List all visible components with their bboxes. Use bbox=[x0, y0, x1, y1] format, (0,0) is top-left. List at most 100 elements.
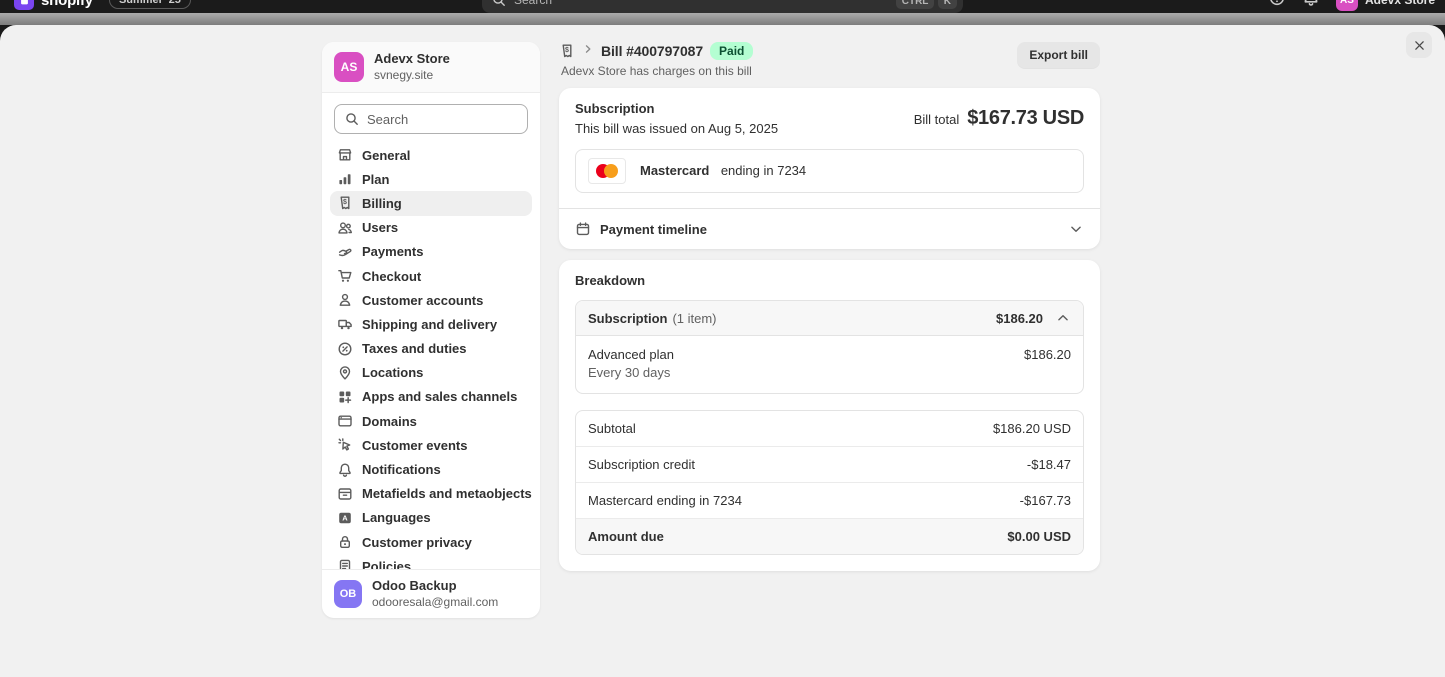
total-label: Mastercard ending in 7234 bbox=[588, 493, 742, 508]
payment-method-suffix: ending in 7234 bbox=[721, 163, 806, 178]
sidebar-item-checkout[interactable]: Checkout bbox=[330, 264, 532, 288]
svg-text:$: $ bbox=[343, 200, 347, 207]
line-item-name: Advanced plan bbox=[588, 347, 674, 362]
page-title: Bill #400797087 bbox=[601, 43, 703, 59]
store-header: AS Adevx Store svnegy.site bbox=[322, 42, 540, 93]
user-name: Odoo Backup bbox=[372, 579, 498, 594]
subscription-card-title: Subscription bbox=[575, 101, 778, 116]
bill-receipt-icon[interactable]: $ bbox=[559, 43, 575, 59]
sidebar-item-label: Payments bbox=[362, 244, 423, 259]
search-icon bbox=[344, 111, 360, 127]
chevron-right-icon bbox=[582, 42, 594, 60]
store-avatar: AS bbox=[334, 52, 364, 82]
sidebar-item-domains[interactable]: Domains bbox=[330, 409, 532, 433]
sidebar-menu: General Plan $Billing Users Payments Checkout… bbox=[322, 141, 540, 569]
notifications-bell-icon[interactable] bbox=[1302, 0, 1320, 12]
sidebar-item-label: Users bbox=[362, 220, 398, 235]
bill-issued-text: This bill was issued on Aug 5, 2025 bbox=[575, 121, 778, 136]
sidebar-item-policies[interactable]: Policies bbox=[330, 554, 532, 569]
svg-text:A: A bbox=[342, 514, 348, 523]
sidebar-item-label: Metafields and metaobjects bbox=[362, 486, 532, 501]
store-icon bbox=[337, 147, 353, 163]
sidebar-item-locations[interactable]: Locations bbox=[330, 361, 532, 385]
sidebar-item-customer-privacy[interactable]: Customer privacy bbox=[330, 530, 532, 554]
total-value: -$18.47 bbox=[1027, 457, 1071, 472]
sidebar-item-payments[interactable]: Payments bbox=[330, 240, 532, 264]
help-icon[interactable] bbox=[1268, 0, 1286, 12]
topbar-user-menu[interactable]: AS Adevx Store bbox=[1336, 0, 1435, 11]
sidebar-item-shipping-and-delivery[interactable]: Shipping and delivery bbox=[330, 312, 532, 336]
topbar-store-name: Adevx Store bbox=[1365, 0, 1435, 7]
sidebar-item-label: Apps and sales channels bbox=[362, 389, 517, 404]
total-label: Subtotal bbox=[588, 421, 636, 436]
breakdown-card: Breakdown Subscription (1 item) $186.20 … bbox=[559, 260, 1100, 571]
browser-icon bbox=[337, 413, 353, 429]
bill-total-label: Bill total bbox=[914, 112, 960, 127]
archive-icon bbox=[337, 486, 353, 502]
total-row-amount-due: Amount due$0.00 USD bbox=[576, 518, 1083, 554]
group-label: Subscription bbox=[588, 311, 667, 326]
sidebar-item-label: Customer privacy bbox=[362, 535, 472, 550]
cart-icon bbox=[337, 268, 353, 284]
document-icon bbox=[337, 558, 353, 569]
sidebar-item-label: Customer accounts bbox=[362, 293, 483, 308]
sidebar-item-label: Notifications bbox=[362, 462, 441, 477]
sidebar-item-notifications[interactable]: Notifications bbox=[330, 457, 532, 481]
apps-icon bbox=[337, 389, 353, 405]
sidebar-item-plan[interactable]: Plan bbox=[330, 167, 532, 191]
edition-badge[interactable]: Summer '25 bbox=[109, 0, 191, 9]
cursor-icon bbox=[337, 437, 353, 453]
total-label: Amount due bbox=[588, 529, 664, 544]
sidebar-item-billing[interactable]: $Billing bbox=[330, 191, 532, 215]
sidebar-item-customer-accounts[interactable]: Customer accounts bbox=[330, 288, 532, 312]
avatar: OB bbox=[334, 580, 362, 608]
sidebar-item-apps-and-sales-channels[interactable]: Apps and sales channels bbox=[330, 385, 532, 409]
payment-timeline-toggle[interactable]: Payment timeline bbox=[559, 208, 1100, 249]
bill-total-value: $167.73 USD bbox=[967, 107, 1084, 130]
export-bill-button[interactable]: Export bill bbox=[1017, 42, 1100, 68]
payment-method-brand: Mastercard bbox=[640, 163, 709, 178]
person-icon bbox=[337, 292, 353, 308]
sidebar-item-customer-events[interactable]: Customer events bbox=[330, 433, 532, 457]
settings-sidebar: AS Adevx Store svnegy.site Search Genera… bbox=[322, 42, 540, 618]
total-row-subscription-credit: Subscription credit-$18.47 bbox=[576, 446, 1083, 482]
sidebar-item-general[interactable]: General bbox=[330, 143, 532, 167]
mastercard-icon bbox=[588, 158, 626, 184]
sidebar-item-metafields-and-metaobjects[interactable]: Metafields and metaobjects bbox=[330, 482, 532, 506]
chevron-down-icon bbox=[1068, 221, 1084, 237]
percent-icon bbox=[337, 341, 353, 357]
global-search-input[interactable]: Search CTRL K bbox=[482, 0, 963, 13]
settings-search-input[interactable]: Search bbox=[334, 104, 528, 134]
group-amount: $186.20 bbox=[996, 311, 1043, 326]
global-search-placeholder: Search bbox=[514, 0, 889, 7]
sidebar-item-users[interactable]: Users bbox=[330, 216, 532, 240]
chevron-up-icon bbox=[1055, 310, 1071, 326]
close-icon[interactable] bbox=[1406, 32, 1432, 58]
keyboard-shortcut-hint: CTRL K bbox=[896, 0, 957, 7]
sidebar-item-label: Plan bbox=[362, 172, 389, 187]
bell-icon bbox=[337, 462, 353, 478]
avatar: AS bbox=[1336, 0, 1358, 11]
store-name: Adevx Store bbox=[374, 52, 450, 67]
modal-backdrop bbox=[0, 13, 1445, 25]
language-icon: A bbox=[337, 510, 353, 526]
sidebar-user[interactable]: OB Odoo Backup odooresala@gmail.com bbox=[322, 569, 540, 618]
user-email: odooresala@gmail.com bbox=[372, 595, 498, 609]
credit-card-icon bbox=[337, 244, 353, 260]
sidebar-item-label: Shipping and delivery bbox=[362, 317, 497, 332]
kbd-key: CTRL bbox=[896, 0, 935, 9]
shopify-logo-text: shopify bbox=[41, 0, 93, 9]
subscription-group: Subscription (1 item) $186.20 Advanced p… bbox=[575, 300, 1084, 394]
sidebar-item-label: Customer events bbox=[362, 438, 467, 453]
sidebar-item-languages[interactable]: ALanguages bbox=[330, 506, 532, 530]
pin-icon bbox=[337, 365, 353, 381]
truck-icon bbox=[337, 316, 353, 332]
line-item-amount: $186.20 bbox=[1024, 347, 1071, 362]
line-item-frequency: Every 30 days bbox=[588, 365, 674, 380]
sidebar-item-taxes-and-duties[interactable]: Taxes and duties bbox=[330, 337, 532, 361]
subscription-group-header[interactable]: Subscription (1 item) $186.20 bbox=[576, 301, 1083, 336]
totals-card: Subtotal$186.20 USDSubscription credit-$… bbox=[575, 410, 1084, 555]
settings-modal: AS Adevx Store svnegy.site Search Genera… bbox=[0, 25, 1445, 677]
kbd-key: K bbox=[938, 0, 957, 9]
bill-total: Bill total $167.73 USD bbox=[914, 107, 1084, 130]
